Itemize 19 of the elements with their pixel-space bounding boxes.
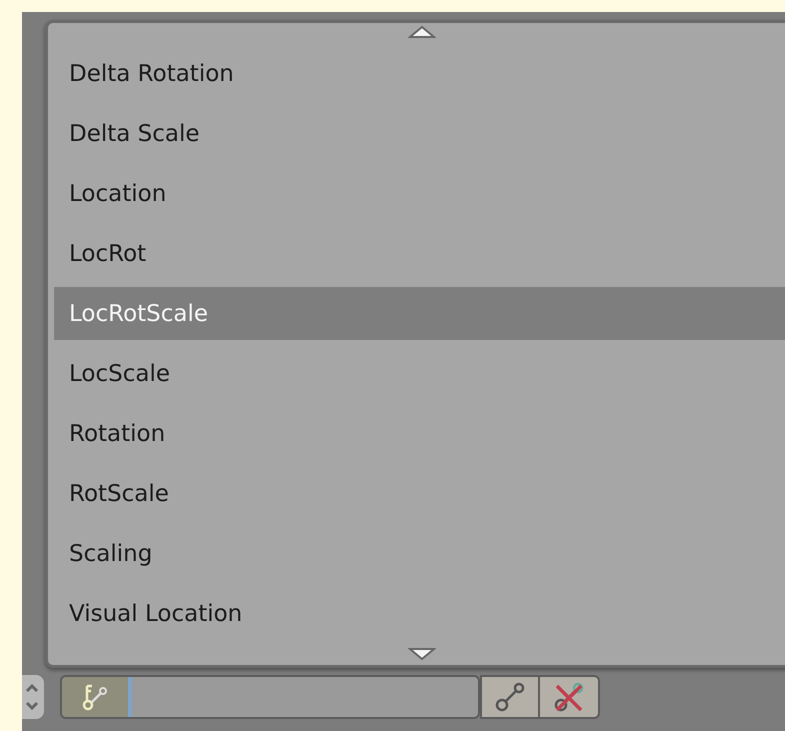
keying-set-field[interactable] xyxy=(60,675,480,719)
key-icon xyxy=(493,680,527,714)
menu-item[interactable]: Visual Location xyxy=(54,587,785,640)
scroll-down-arrow-icon[interactable] xyxy=(408,647,436,662)
menu-item[interactable]: LocRotScale xyxy=(54,287,785,340)
delete-keyframe-button[interactable] xyxy=(540,675,600,719)
menu-item[interactable]: Scaling xyxy=(54,527,785,580)
scroll-up-arrow-icon[interactable] xyxy=(408,24,436,39)
menu-item[interactable]: Location xyxy=(54,167,785,220)
menu-item[interactable]: Delta Scale xyxy=(54,107,785,160)
menu-item[interactable]: RotScale xyxy=(54,467,785,520)
menu-item[interactable]: LocRot xyxy=(54,227,785,280)
spinner-arrows-icon[interactable] xyxy=(22,675,44,719)
key-with-cross-icon xyxy=(552,680,586,714)
menu-item[interactable]: Delta Rotation xyxy=(54,47,785,100)
insert-keyframe-button[interactable] xyxy=(480,675,540,719)
menu-item[interactable]: Rotation xyxy=(54,407,785,460)
keying-set-icon xyxy=(81,682,109,712)
menu-item[interactable]: LocScale xyxy=(54,347,785,400)
